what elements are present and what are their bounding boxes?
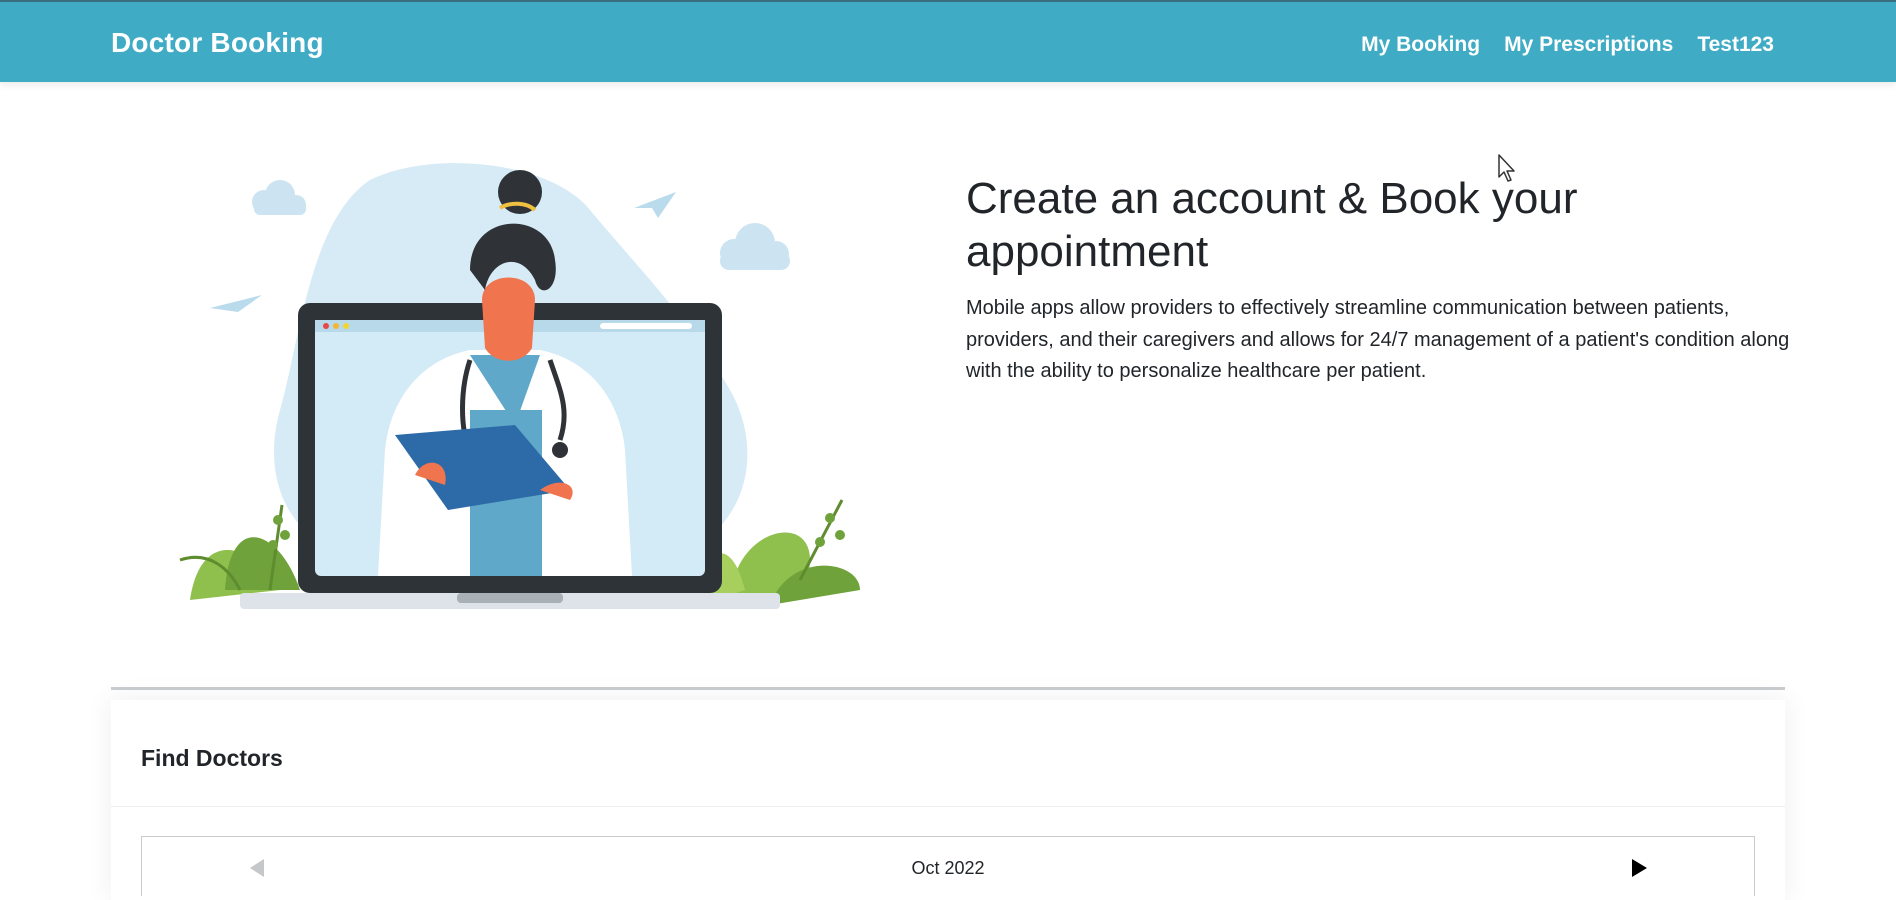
cloud-right-icon bbox=[720, 223, 790, 270]
find-doctors-card: Find Doctors Oct 2022 bbox=[111, 700, 1785, 900]
top-navbar: Doctor Booking My Booking My Prescriptio… bbox=[0, 0, 1896, 82]
paper-plane-left-icon bbox=[210, 295, 262, 312]
hero-text: Create an account & Book your appointmen… bbox=[966, 172, 1796, 388]
doctor-laptop-illustration bbox=[179, 163, 860, 609]
hero-title: Create an account & Book your appointmen… bbox=[966, 174, 1578, 276]
leaves-left-icon bbox=[179, 504, 300, 600]
cloud-left-icon bbox=[252, 180, 306, 215]
calendar: Oct 2022 bbox=[141, 836, 1755, 896]
calendar-month-label: Oct 2022 bbox=[911, 858, 985, 878]
section-divider bbox=[111, 687, 1785, 690]
nav-link-my-prescriptions[interactable]: My Prescriptions bbox=[1504, 33, 1673, 57]
nav-link-my-booking[interactable]: My Booking bbox=[1361, 33, 1480, 57]
hero-description: Mobile apps allow providers to effective… bbox=[966, 297, 1790, 382]
paper-plane-right-icon bbox=[634, 192, 676, 218]
nav-link-user-account[interactable]: Test123 bbox=[1697, 33, 1774, 57]
triangle-right-icon[interactable] bbox=[1632, 859, 1647, 877]
card-header: Find Doctors bbox=[111, 700, 1785, 807]
brand-link[interactable]: Doctor Booking bbox=[111, 27, 324, 59]
find-doctors-title: Find Doctors bbox=[141, 745, 283, 771]
mouse-cursor-icon bbox=[1498, 154, 1515, 182]
nav-links: My Booking My Prescriptions Test123 bbox=[1361, 33, 1774, 57]
